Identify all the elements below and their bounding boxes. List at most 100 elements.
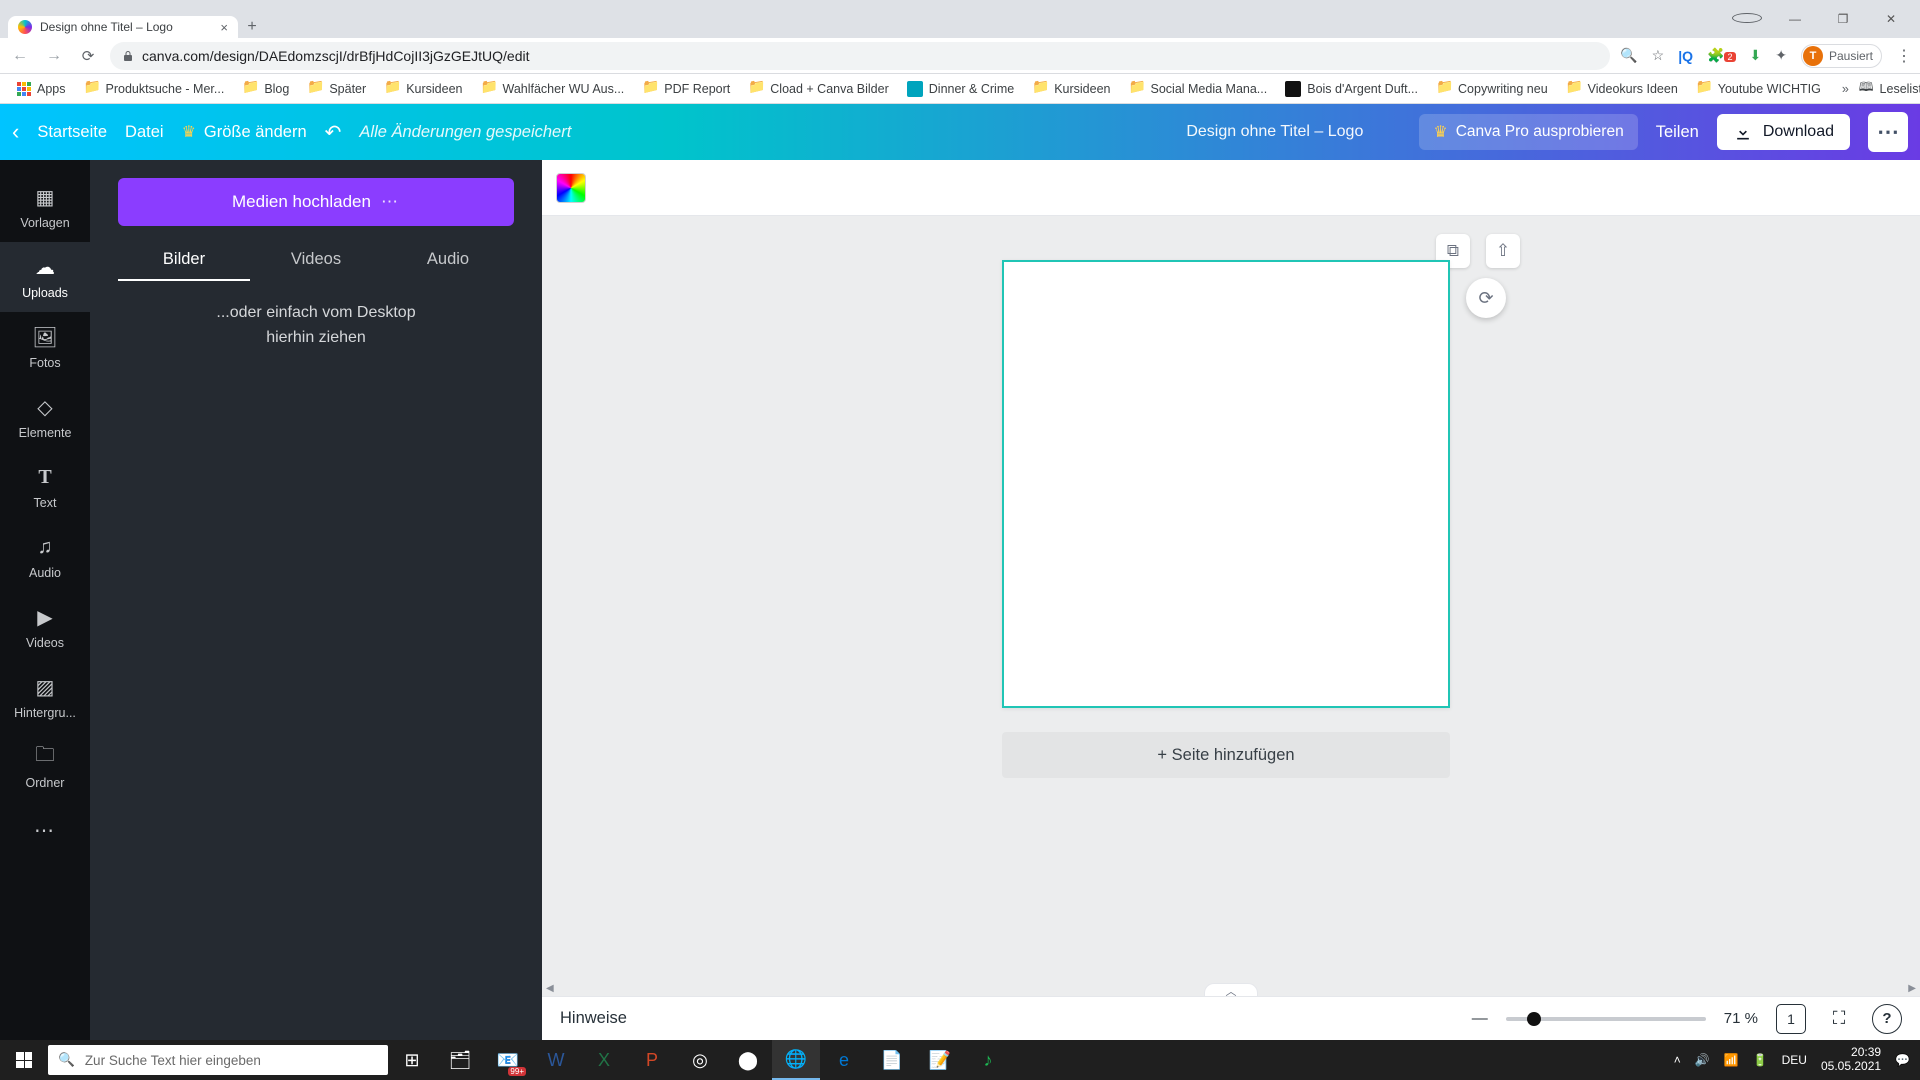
bookmark-item[interactable]: Dinner & Crime [900,78,1021,100]
taskbar-app-2[interactable]: 📄 [868,1040,916,1080]
bookmark-item[interactable]: Blog [235,78,296,100]
url-input[interactable]: canva.com/design/DAEdomzscjI/drBfjHdCojI… [110,42,1610,70]
panel-tab-images[interactable]: Bilder [118,240,250,281]
bookmark-item[interactable]: PDF Report [635,78,737,100]
bookmark-item[interactable]: Videokurs Ideen [1559,78,1685,100]
zoom-percent[interactable]: 71 % [1724,1010,1758,1027]
rail-elements[interactable]: ◇ Elemente [0,382,90,452]
rail-label: Ordner [26,776,65,790]
tray-wifi-icon[interactable]: 📶 [1724,1053,1739,1067]
browser-tab-active[interactable]: Design ohne Titel – Logo × [8,16,238,38]
page-share-button[interactable]: ⇧ [1486,234,1520,268]
new-tab-button[interactable]: + [238,16,266,38]
extensions-menu-icon[interactable]: ✦ [1775,47,1787,64]
upload-dropdown-icon[interactable]: ⋯ [381,192,400,212]
help-button[interactable]: ? [1872,1004,1902,1034]
tray-volume-icon[interactable]: 🔊 [1695,1053,1710,1067]
rail-folders[interactable]: 🗀 Ordner [0,732,90,802]
rail-background[interactable]: ▨ Hintergru... [0,662,90,732]
extension-ioi-icon[interactable]: |Q [1678,48,1693,64]
download-button[interactable]: Download [1717,114,1850,150]
apps-shortcut[interactable]: Apps [10,79,73,99]
resize-button[interactable]: ♛ Größe ändern [182,122,307,142]
maximize-button[interactable]: ❐ [1828,12,1858,26]
tray-clock[interactable]: 20:39 05.05.2021 [1821,1046,1881,1074]
reading-list-button[interactable]: 🕮 Leseliste [1859,78,1920,99]
tray-notifications-icon[interactable]: 💬 [1895,1053,1910,1067]
taskbar-app-1[interactable]: ◎ [676,1040,724,1080]
bookmarks-overflow-icon[interactable]: » [1836,82,1855,96]
panel-tab-audio[interactable]: Audio [382,240,514,281]
zoom-minus-icon[interactable]: — [1472,1010,1488,1028]
minimize-button[interactable]: — [1780,12,1810,26]
extension-savefrom-icon[interactable]: ⬇ [1750,47,1762,64]
upload-media-button[interactable]: Medien hochladen ⋯ [118,178,514,226]
back-home-icon[interactable]: ‹ [12,119,19,145]
folder-icon [1436,81,1452,97]
bookmark-item[interactable]: Produktsuche - Mer... [77,78,232,100]
bookmark-star-icon[interactable]: ☆ [1652,47,1665,64]
taskbar-notepad[interactable]: 📝 [916,1040,964,1080]
tray-chevron-up-icon[interactable]: ˄ [1674,1053,1681,1067]
sync-fab-button[interactable]: ⟳ [1466,278,1506,318]
zoom-icon[interactable]: 🔍 [1620,47,1637,64]
try-pro-button[interactable]: ♛ Canva Pro ausprobieren [1419,114,1637,150]
rail-audio[interactable]: ♫ Audio [0,522,90,592]
extension-colorpick-icon[interactable]: 🧩2 [1707,47,1735,64]
zoom-slider[interactable] [1506,1017,1706,1021]
taskbar-obs[interactable]: ⬤ [724,1040,772,1080]
canvas-stage[interactable]: ⧉ ⇧ ⟳ + Seite hinzufügen ◀ ▶ ︿ [542,216,1920,996]
taskbar-edge[interactable]: e [820,1040,868,1080]
hints-link[interactable]: Hinweise [560,1009,627,1028]
rail-uploads[interactable]: ☁ Uploads [0,242,90,312]
task-view-button[interactable]: ⊞ [388,1040,436,1080]
bookmark-item[interactable]: Copywriting neu [1429,78,1555,100]
tray-language[interactable]: DEU [1782,1053,1807,1067]
back-button[interactable]: ← [8,47,32,65]
design-title-input[interactable]: Design ohne Titel – Logo [1186,123,1363,141]
profile-chip[interactable]: T Pausiert [1801,44,1882,68]
rail-videos[interactable]: ▶ Videos [0,592,90,662]
taskbar-excel[interactable]: X [580,1040,628,1080]
bookmark-item[interactable]: Kursideen [377,78,469,100]
taskbar-mail[interactable]: 📧99+ [484,1040,532,1080]
taskbar-explorer[interactable]: 🗂 [436,1040,484,1080]
taskbar-search-input[interactable]: 🔍 Zur Suche Text hier eingeben [48,1045,388,1075]
rail-photos[interactable]: 🖼 Fotos [0,312,90,382]
taskbar-spotify[interactable]: ♪ [964,1040,1012,1080]
scroll-right-icon[interactable]: ▶ [1908,983,1916,994]
bookmark-item[interactable]: Cload + Canva Bilder [741,78,895,100]
home-link[interactable]: Startseite [37,123,107,142]
taskbar-word[interactable]: W [532,1040,580,1080]
bookmark-item[interactable]: Später [300,78,373,100]
taskbar-chrome[interactable]: 🌐 [772,1040,820,1080]
reload-button[interactable]: ⟳ [76,47,100,65]
start-button[interactable] [0,1040,48,1080]
rail-more-button[interactable]: ⋯ [0,802,90,859]
undo-button[interactable]: ↶ [325,120,342,145]
tray-battery-icon[interactable]: 🔋 [1753,1053,1768,1067]
design-canvas[interactable] [1002,260,1450,708]
share-button[interactable]: Teilen [1656,123,1699,142]
rail-templates[interactable]: ▦ Vorlagen [0,172,90,242]
more-menu-button[interactable]: ⋯ [1868,112,1908,152]
fullscreen-button[interactable]: ⛶ [1824,1004,1854,1034]
rail-text[interactable]: T Text [0,452,90,522]
color-picker-button[interactable] [556,173,586,203]
bookmark-item[interactable]: Social Media Mana... [1122,78,1275,100]
file-menu[interactable]: Datei [125,123,164,142]
add-page-button[interactable]: + Seite hinzufügen [1002,732,1450,778]
close-window-button[interactable]: ✕ [1876,12,1906,26]
taskbar-powerpoint[interactable]: P [628,1040,676,1080]
bookmark-item[interactable]: Kursideen [1025,78,1117,100]
page-indicator[interactable]: 1 [1776,1004,1806,1034]
zoom-thumb[interactable] [1527,1012,1541,1026]
close-tab-icon[interactable]: × [220,20,228,35]
chrome-menu-icon[interactable]: ⋮ [1896,46,1912,66]
bookmark-item[interactable]: Wahlfächer WU Aus... [473,78,631,100]
panel-tab-videos[interactable]: Videos [250,240,382,281]
expand-timeline-button[interactable]: ︿ [1204,983,1258,996]
bookmark-item[interactable]: Bois d'Argent Duft... [1278,78,1425,100]
bookmark-item[interactable]: Youtube WICHTIG [1689,78,1828,100]
scroll-left-icon[interactable]: ◀ [546,983,554,994]
